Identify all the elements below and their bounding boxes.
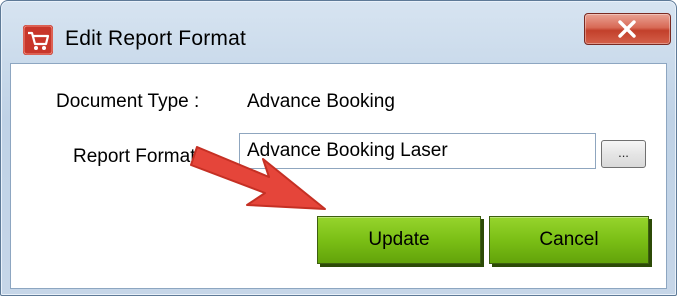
edit-report-format-dialog: Edit Report Format Document Type : Advan…: [0, 0, 677, 296]
close-icon: [618, 20, 636, 38]
title-bar[interactable]: Edit Report Format: [1, 1, 676, 63]
dialog-body: Document Type : Advance Booking Report F…: [10, 63, 667, 289]
browse-button[interactable]: ...: [601, 140, 646, 168]
window-title: Edit Report Format: [65, 27, 246, 50]
document-type-label: Document Type :: [56, 91, 200, 112]
shopping-cart-icon: [23, 25, 53, 55]
update-button[interactable]: Update: [317, 216, 481, 264]
close-button[interactable]: [584, 13, 671, 45]
report-format-input[interactable]: [239, 133, 596, 169]
document-type-value: Advance Booking: [247, 91, 395, 112]
report-format-label: Report Format :: [73, 146, 207, 167]
cancel-button[interactable]: Cancel: [489, 216, 649, 264]
